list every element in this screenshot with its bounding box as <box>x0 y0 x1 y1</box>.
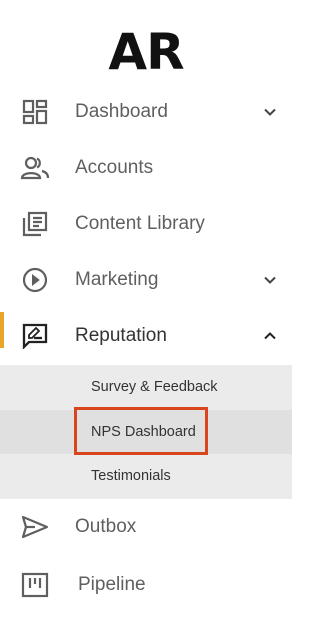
sidebar-item-marketing[interactable]: Marketing <box>0 252 292 308</box>
sidebar-item-label: Marketing <box>75 269 159 290</box>
sidebar-item-reputation[interactable]: Reputation <box>0 308 292 364</box>
users-icon <box>20 153 50 183</box>
sidebar-item-pipeline[interactable]: Pipeline <box>0 557 292 613</box>
app-logo: AR <box>108 23 184 81</box>
sidebar-item-label: Content Library <box>75 213 205 234</box>
submenu-item-nps-dashboard[interactable]: NPS Dashboard <box>0 410 292 454</box>
sidebar-item-dashboard[interactable]: Dashboard <box>0 84 292 140</box>
sidebar-item-label: Reputation <box>75 325 167 346</box>
chevron-down-icon[interactable] <box>262 272 278 288</box>
reputation-submenu: Survey & Feedback NPS Dashboard Testimon… <box>0 365 292 499</box>
pipeline-icon <box>20 570 50 600</box>
submenu-item-label: Testimonials <box>91 468 171 484</box>
sidebar-item-label: Accounts <box>75 157 154 178</box>
submenu-item-label: Survey & Feedback <box>91 379 218 395</box>
chevron-up-icon[interactable] <box>262 328 278 344</box>
sidebar-item-accounts[interactable]: Accounts <box>0 140 292 196</box>
send-icon <box>20 512 50 542</box>
submenu-item-survey-feedback[interactable]: Survey & Feedback <box>0 365 292 409</box>
review-icon <box>20 321 50 351</box>
sidebar-item-outbox[interactable]: Outbox <box>0 499 292 555</box>
sidebar-item-label: Dashboard <box>75 101 168 122</box>
sidebar-item-label: Pipeline <box>78 574 146 595</box>
submenu-item-testimonials[interactable]: Testimonials <box>0 454 292 498</box>
submenu-item-label: NPS Dashboard <box>91 424 196 440</box>
sidebar-item-content-library[interactable]: Content Library <box>0 196 292 252</box>
chevron-down-icon[interactable] <box>262 104 278 120</box>
dashboard-icon <box>20 97 50 127</box>
library-icon <box>20 209 50 239</box>
play-circle-icon <box>20 265 50 295</box>
sidebar-item-label: Outbox <box>75 516 137 537</box>
